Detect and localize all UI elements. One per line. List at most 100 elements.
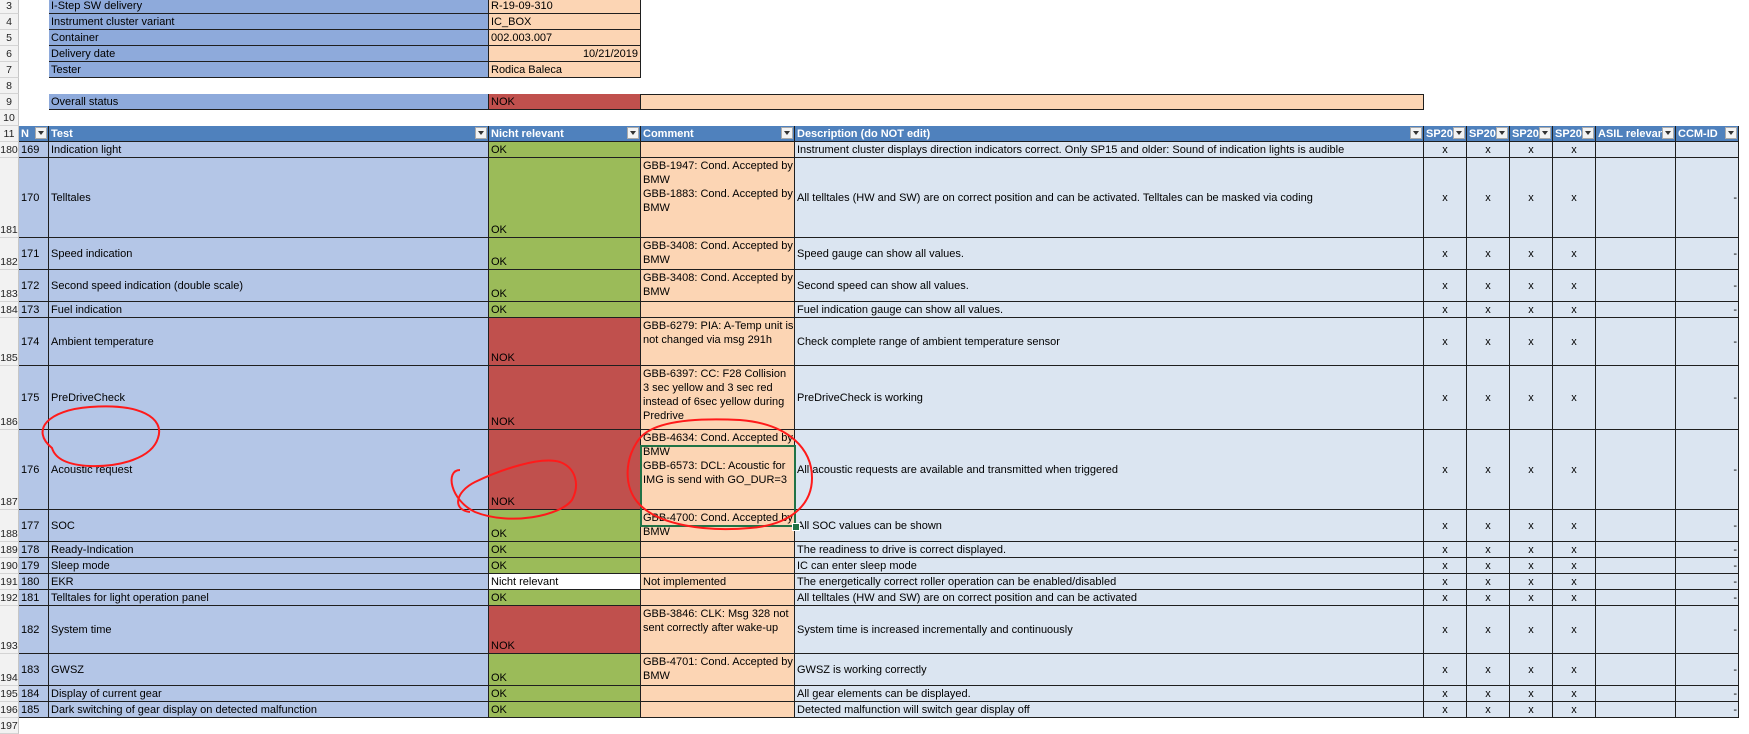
sp20-mark[interactable]: x bbox=[1467, 542, 1510, 558]
asil-cell[interactable] bbox=[1596, 686, 1676, 702]
col-nicht-relevant-header[interactable]: Nicht relevant bbox=[489, 126, 641, 142]
row-header[interactable]: 185 bbox=[0, 318, 19, 366]
row-header[interactable]: 8 bbox=[0, 78, 19, 94]
ccm-id-cell[interactable]: - bbox=[1676, 606, 1739, 654]
col-test-header[interactable]: Test bbox=[49, 126, 489, 142]
col-n-header[interactable]: N bbox=[19, 126, 49, 142]
fill-handle[interactable] bbox=[792, 523, 800, 531]
row-header[interactable]: 11 bbox=[0, 126, 19, 142]
sp20-mark[interactable]: x bbox=[1424, 606, 1467, 654]
filter-dropdown-icon[interactable] bbox=[1453, 127, 1465, 139]
test-name[interactable]: Fuel indication bbox=[49, 302, 489, 318]
filter-dropdown-icon[interactable] bbox=[1662, 127, 1674, 139]
row-header[interactable]: 188 bbox=[0, 510, 19, 542]
ccm-id-cell[interactable]: - bbox=[1676, 702, 1739, 718]
comment-cell[interactable] bbox=[641, 542, 795, 558]
row-header[interactable]: 181 bbox=[0, 158, 19, 238]
test-name[interactable]: Sleep mode bbox=[49, 558, 489, 574]
ccm-id-cell[interactable]: - bbox=[1676, 654, 1739, 686]
status-cell[interactable]: NOK bbox=[489, 318, 641, 366]
sp20-mark[interactable]: x bbox=[1467, 270, 1510, 302]
status-cell[interactable]: OK bbox=[489, 270, 641, 302]
sp20-mark[interactable]: x bbox=[1467, 702, 1510, 718]
asil-cell[interactable] bbox=[1596, 702, 1676, 718]
row-header[interactable]: 6 bbox=[0, 46, 19, 62]
ccm-id-cell[interactable]: - bbox=[1676, 558, 1739, 574]
sp20-mark[interactable]: x bbox=[1553, 270, 1596, 302]
sp20-mark[interactable]: x bbox=[1510, 510, 1553, 542]
test-name[interactable]: System time bbox=[49, 606, 489, 654]
status-cell[interactable]: OK bbox=[489, 558, 641, 574]
status-cell[interactable]: NOK bbox=[489, 606, 641, 654]
sp20-mark[interactable]: x bbox=[1510, 430, 1553, 510]
asil-cell[interactable] bbox=[1596, 270, 1676, 302]
sp20-mark[interactable]: x bbox=[1510, 574, 1553, 590]
sp20-mark[interactable]: x bbox=[1553, 510, 1596, 542]
row-header[interactable]: 196 bbox=[0, 702, 19, 718]
sp20-mark[interactable]: x bbox=[1424, 590, 1467, 606]
info-value[interactable]: Rodica Baleca bbox=[489, 62, 641, 78]
status-cell[interactable]: OK bbox=[489, 510, 641, 542]
sp20-mark[interactable]: x bbox=[1424, 142, 1467, 158]
status-cell[interactable]: OK bbox=[489, 654, 641, 686]
status-cell[interactable]: NOK bbox=[489, 430, 641, 510]
sp20-mark[interactable]: x bbox=[1467, 158, 1510, 238]
sp20-mark[interactable]: x bbox=[1424, 558, 1467, 574]
sp20-mark[interactable]: x bbox=[1553, 654, 1596, 686]
info-value[interactable]: IC_BOX bbox=[489, 14, 641, 30]
ccm-id-cell[interactable]: - bbox=[1676, 510, 1739, 542]
status-cell[interactable]: OK bbox=[489, 590, 641, 606]
comment-cell[interactable]: GBB-4634: Cond. Accepted by BMW GBB-6573… bbox=[641, 430, 795, 510]
row-header[interactable]: 180 bbox=[0, 142, 19, 158]
row-header[interactable]: 182 bbox=[0, 238, 19, 270]
status-cell[interactable]: OK bbox=[489, 238, 641, 270]
asil-cell[interactable] bbox=[1596, 542, 1676, 558]
ccm-id-cell[interactable]: - bbox=[1676, 366, 1739, 430]
row-header[interactable]: 190 bbox=[0, 558, 19, 574]
sp20-mark[interactable]: x bbox=[1510, 158, 1553, 238]
sp20-mark[interactable]: x bbox=[1553, 302, 1596, 318]
row-header[interactable]: 183 bbox=[0, 270, 19, 302]
ccm-id-cell[interactable]: - bbox=[1676, 302, 1739, 318]
row-header[interactable]: 194 bbox=[0, 654, 19, 686]
sp20-mark[interactable]: x bbox=[1553, 158, 1596, 238]
comment-cell[interactable] bbox=[641, 702, 795, 718]
comment-cell[interactable]: GBB-3408: Cond. Accepted by BMW bbox=[641, 238, 795, 270]
sp20-mark[interactable]: x bbox=[1467, 238, 1510, 270]
row-header[interactable]: 191 bbox=[0, 574, 19, 590]
sp20-mark[interactable]: x bbox=[1553, 366, 1596, 430]
col-sp20-3-header[interactable]: SP20 bbox=[1510, 126, 1553, 142]
filter-dropdown-icon[interactable] bbox=[1539, 127, 1551, 139]
status-cell[interactable]: OK bbox=[489, 702, 641, 718]
filter-dropdown-icon[interactable] bbox=[1410, 127, 1422, 139]
col-sp20-1-header[interactable]: SP20 bbox=[1424, 126, 1467, 142]
sp20-mark[interactable]: x bbox=[1424, 430, 1467, 510]
test-name[interactable]: SOC bbox=[49, 510, 489, 542]
info-value[interactable]: 10/21/2019 bbox=[489, 46, 641, 62]
sp20-mark[interactable]: x bbox=[1424, 302, 1467, 318]
asil-cell[interactable] bbox=[1596, 318, 1676, 366]
test-name[interactable]: Speed indication bbox=[49, 238, 489, 270]
sp20-mark[interactable]: x bbox=[1510, 606, 1553, 654]
asil-cell[interactable] bbox=[1596, 238, 1676, 270]
comment-cell[interactable] bbox=[641, 302, 795, 318]
row-header[interactable]: 195 bbox=[0, 686, 19, 702]
status-cell[interactable]: OK bbox=[489, 686, 641, 702]
sp20-mark[interactable]: x bbox=[1553, 702, 1596, 718]
status-cell[interactable]: OK bbox=[489, 542, 641, 558]
comment-cell[interactable]: GBB-6397: CC: F28 Collision 3 sec yellow… bbox=[641, 366, 795, 430]
sp20-mark[interactable]: x bbox=[1467, 558, 1510, 574]
sp20-mark[interactable]: x bbox=[1510, 302, 1553, 318]
sp20-mark[interactable]: x bbox=[1467, 574, 1510, 590]
sp20-mark[interactable]: x bbox=[1510, 142, 1553, 158]
sp20-mark[interactable]: x bbox=[1467, 366, 1510, 430]
comment-cell[interactable]: GBB-6279: PIA: A-Temp unit is not change… bbox=[641, 318, 795, 366]
sp20-mark[interactable]: x bbox=[1467, 302, 1510, 318]
sp20-mark[interactable]: x bbox=[1553, 590, 1596, 606]
sp20-mark[interactable]: x bbox=[1467, 606, 1510, 654]
sp20-mark[interactable]: x bbox=[1510, 366, 1553, 430]
asil-cell[interactable] bbox=[1596, 558, 1676, 574]
comment-cell[interactable]: GBB-1947: Cond. Accepted by BMW GBB-1883… bbox=[641, 158, 795, 238]
sp20-mark[interactable]: x bbox=[1467, 510, 1510, 542]
ccm-id-cell[interactable]: - bbox=[1676, 318, 1739, 366]
